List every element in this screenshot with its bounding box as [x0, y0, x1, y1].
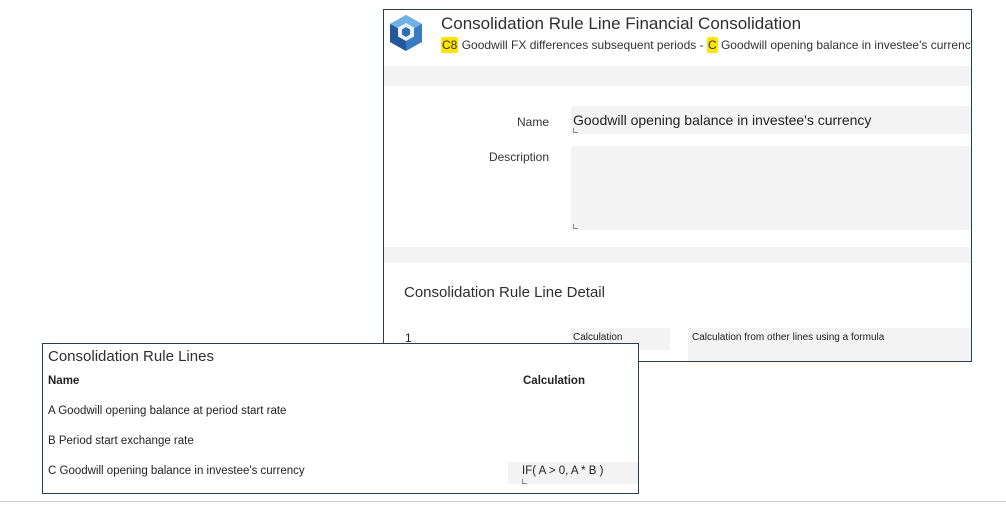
detail-description: Calculation from other lines using a for…	[688, 328, 971, 361]
record-breadcrumb: C8 Goodwill FX differences subsequent pe…	[441, 37, 972, 53]
resize-corner-icon	[573, 128, 578, 133]
resize-corner-icon	[522, 479, 527, 484]
line-code-highlight: C	[706, 37, 718, 53]
section-divider-band	[384, 66, 971, 86]
record-panel: Consolidation Rule Line Financial Consol…	[383, 9, 972, 362]
rule-code-highlight: C8	[441, 37, 459, 53]
rule-lines-panel: Consolidation Rule Lines Name Calculatio…	[42, 343, 639, 494]
line-name: Goodwill opening balance in investee's c…	[720, 38, 972, 52]
resize-corner-icon	[573, 224, 578, 229]
rule-line-c[interactable]: C Goodwill opening balance in investee's…	[48, 465, 305, 477]
record-title: Consolidation Rule Line Financial Consol…	[441, 14, 802, 33]
rule-name: Goodwill FX differences subsequent perio…	[461, 38, 704, 52]
formula-field[interactable]: IF( A > 0, A * B )	[508, 462, 638, 484]
column-header-name: Name	[48, 375, 80, 387]
section-divider-band	[384, 247, 971, 263]
rule-line-a[interactable]: A Goodwill opening balance at period sta…	[48, 405, 286, 417]
page-bottom-divider	[0, 501, 1006, 502]
rule-line-b[interactable]: B Period start exchange rate	[48, 435, 194, 447]
description-label: Description	[488, 150, 549, 164]
rule-lines-title: Consolidation Rule Lines	[48, 348, 214, 365]
name-label: Name	[516, 115, 549, 129]
detail-section-heading: Consolidation Rule Line Detail	[404, 284, 605, 301]
cube-logo-icon	[390, 15, 422, 51]
name-field[interactable]: Goodwill opening balance in investee's c…	[571, 106, 971, 134]
description-field[interactable]	[571, 146, 971, 230]
column-header-calculation: Calculation	[523, 375, 585, 387]
